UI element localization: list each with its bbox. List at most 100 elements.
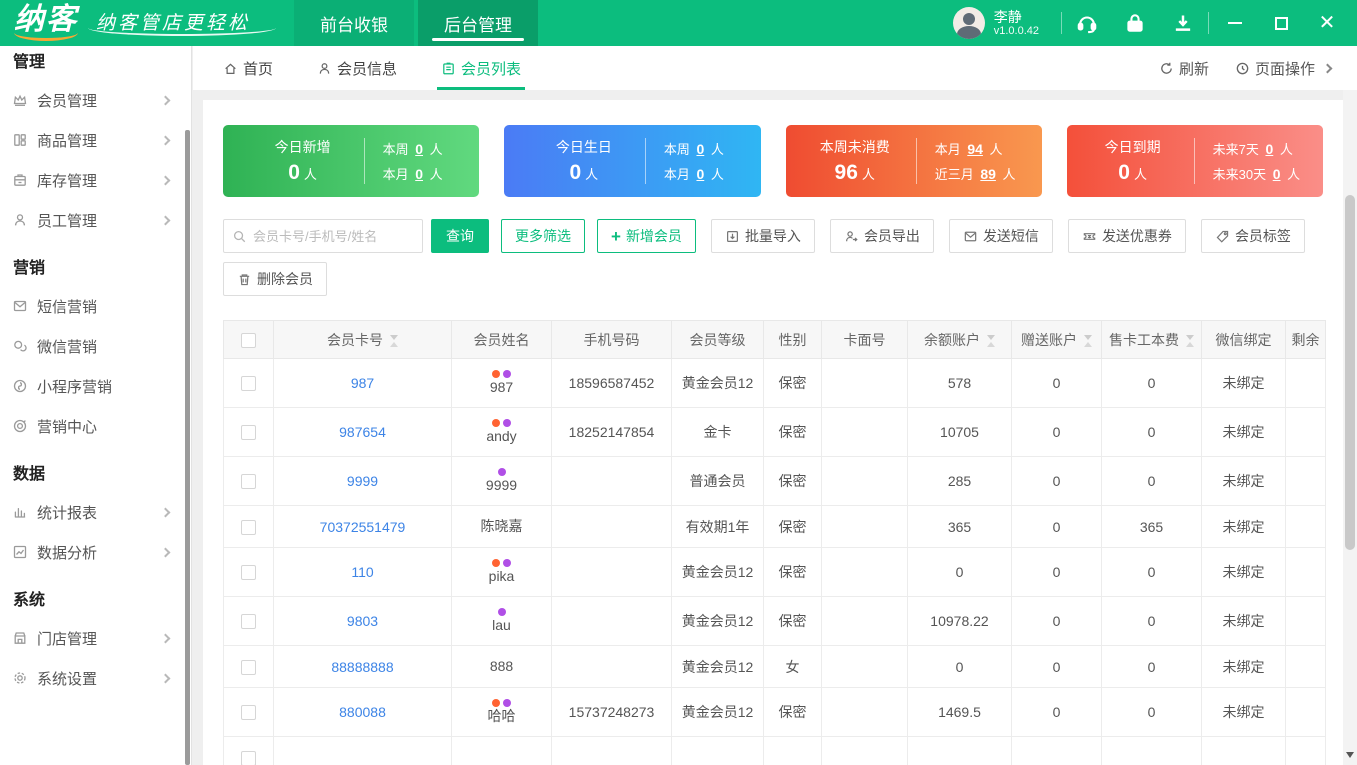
row-checkbox[interactable] <box>241 376 256 391</box>
column-label: 卡面号 <box>844 332 886 348</box>
card-stat-value[interactable]: 94 <box>967 141 983 157</box>
member-card-no[interactable]: 70372551479 <box>274 506 452 548</box>
page-tab[interactable]: 会员信息 <box>317 46 397 90</box>
support-icon[interactable] <box>1076 12 1098 34</box>
toolbar-button[interactable]: 批量导入 <box>711 219 815 253</box>
member-card-no[interactable]: 88888888 <box>274 646 452 688</box>
sort-icons[interactable] <box>390 335 398 347</box>
sidebar-item[interactable]: 数据分析 <box>0 532 191 572</box>
member-card-no[interactable]: 110 <box>274 548 452 597</box>
member-card-no[interactable]: 987654 <box>274 408 452 457</box>
toolbar-button[interactable]: 删除会员 <box>223 262 327 296</box>
row-checkbox[interactable] <box>241 705 256 720</box>
member-name <box>452 737 552 765</box>
card-stat-value[interactable]: 0 <box>415 166 423 182</box>
refresh-button[interactable]: 刷新 <box>1159 58 1209 79</box>
top-tab-1[interactable]: 后台管理 <box>418 0 538 46</box>
wechat-icon <box>11 337 29 355</box>
member-card-no[interactable]: 9803 <box>274 597 452 646</box>
card-stat-value[interactable]: 0 <box>1265 141 1273 157</box>
select-all-header[interactable] <box>224 321 274 359</box>
top-bar: 纳客 纳客管店更轻松 前台收银后台管理 李静 v1.0.0.42 <box>0 0 1357 46</box>
member-card-no[interactable] <box>274 737 452 765</box>
page-tab[interactable]: 会员列表 <box>441 46 521 90</box>
sort-icons[interactable] <box>1084 335 1092 347</box>
select-all-checkbox[interactable] <box>241 333 256 348</box>
toolbar-button[interactable]: 会员导出 <box>830 219 934 253</box>
sidebar-item[interactable]: 小程序营销 <box>0 366 191 406</box>
query-button[interactable]: 查询 <box>431 219 489 253</box>
row-checkbox[interactable] <box>241 751 256 765</box>
toolbar-button-label: 发送优惠券 <box>1102 226 1172 246</box>
toolbar-button[interactable]: 会员标签 <box>1201 219 1305 253</box>
member-card-no[interactable]: 987 <box>274 359 452 408</box>
page-operations-button[interactable]: 页面操作 <box>1235 58 1331 79</box>
sidebar-item[interactable]: 系统设置 <box>0 658 191 698</box>
sidebar-scrollbar[interactable] <box>185 130 190 765</box>
avatar <box>953 7 985 39</box>
purple-dot-icon <box>503 699 511 707</box>
row-checkbox[interactable] <box>241 474 256 489</box>
card-face-no <box>822 737 908 765</box>
toolbar-button[interactable]: 更多筛选 <box>501 219 585 253</box>
card-stat-value[interactable]: 89 <box>980 166 996 182</box>
member-icon <box>317 61 332 76</box>
toolbar-button[interactable]: 发送短信 <box>949 219 1053 253</box>
row-select-cell <box>224 359 274 408</box>
search-input[interactable] <box>253 229 414 244</box>
sidebar-item[interactable]: 门店管理 <box>0 618 191 658</box>
card-stat-value[interactable]: 0 <box>696 141 704 157</box>
sidebar-item[interactable]: 商品管理 <box>0 120 191 160</box>
table-row: 98798718596587452黄金会员12保密57800未绑定 <box>224 359 1326 408</box>
gift-account: 0 <box>1012 688 1102 737</box>
sidebar-item[interactable]: 员工管理 <box>0 200 191 240</box>
column-header[interactable]: 售卡工本费 <box>1102 321 1202 359</box>
user-block[interactable]: 李静 v1.0.0.42 <box>953 0 1047 46</box>
member-name-text: 哈哈 <box>488 708 516 726</box>
row-checkbox[interactable] <box>241 425 256 440</box>
card-face-no <box>822 597 908 646</box>
column-header[interactable]: 会员卡号 <box>274 321 452 359</box>
sidebar-item[interactable]: 库存管理 <box>0 160 191 200</box>
purple-dot-icon <box>503 370 511 378</box>
member-name-text: andy <box>486 428 516 446</box>
row-checkbox[interactable] <box>241 520 256 535</box>
sidebar-item[interactable]: 营销中心 <box>0 406 191 446</box>
column-label: 手机号码 <box>584 332 640 348</box>
toolbar-button[interactable]: +新增会员 <box>597 219 696 253</box>
line-chart-icon <box>11 543 29 561</box>
sidebar-item[interactable]: 统计报表 <box>0 492 191 532</box>
scrollbar-down-button[interactable] <box>1343 747 1357 763</box>
row-checkbox[interactable] <box>241 565 256 580</box>
sidebar-item[interactable]: 会员管理 <box>0 80 191 120</box>
card-stat-value[interactable]: 0 <box>415 141 423 157</box>
balance-account: 578 <box>908 359 1012 408</box>
sidebar-item[interactable]: 微信营销 <box>0 326 191 366</box>
toolbar-button[interactable]: 发送优惠券 <box>1068 219 1186 253</box>
gift-account: 0 <box>1012 597 1102 646</box>
main-scrollbar[interactable] <box>1343 90 1357 765</box>
row-checkbox[interactable] <box>241 660 256 675</box>
member-name: 888 <box>452 646 552 688</box>
member-card-no[interactable]: 9999 <box>274 457 452 506</box>
column-header[interactable]: 余额账户 <box>908 321 1012 359</box>
minimize-button[interactable] <box>1227 15 1243 31</box>
remain-cell <box>1286 548 1326 597</box>
main-scrollbar-thumb[interactable] <box>1345 195 1355 550</box>
card-stat-value[interactable]: 0 <box>696 166 704 182</box>
sort-icons[interactable] <box>987 335 995 347</box>
member-card-no[interactable]: 880088 <box>274 688 452 737</box>
sort-icons[interactable] <box>1186 335 1194 347</box>
maximize-button[interactable] <box>1273 15 1289 31</box>
sidebar-item[interactable]: 短信营销 <box>0 286 191 326</box>
column-header[interactable]: 赠送账户 <box>1012 321 1102 359</box>
close-button[interactable]: ✕ <box>1319 15 1335 31</box>
row-checkbox[interactable] <box>241 614 256 629</box>
download-icon[interactable] <box>1172 12 1194 34</box>
top-tab-0[interactable]: 前台收银 <box>294 0 414 46</box>
orange-dot-icon <box>492 699 500 707</box>
lock-icon[interactable] <box>1124 12 1146 34</box>
stat-card: 今日到期 0人 未来7天 0 人未来30天 0 人 <box>1067 125 1323 197</box>
card-stat-value[interactable]: 0 <box>1273 166 1281 182</box>
page-tab[interactable]: 首页 <box>223 46 273 90</box>
